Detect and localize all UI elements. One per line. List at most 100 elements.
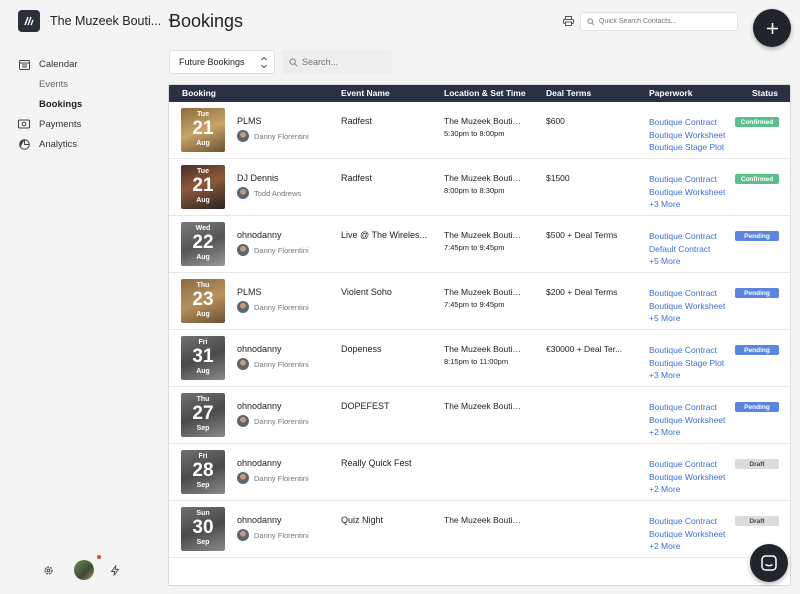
artist-name[interactable]: ohnodanny bbox=[237, 230, 282, 240]
artist-name[interactable]: ohnodanny bbox=[237, 344, 282, 354]
event-name[interactable]: Violent Soho bbox=[341, 287, 427, 297]
lightning-icon[interactable] bbox=[110, 564, 120, 576]
paperwork-link[interactable]: +3 More bbox=[649, 198, 725, 211]
deal-terms: $600 bbox=[546, 116, 565, 126]
location: The Muzeek Boutiq... bbox=[444, 344, 524, 354]
paperwork-link[interactable]: Default Contract bbox=[649, 243, 717, 256]
paperwork-link[interactable]: +2 More bbox=[649, 483, 725, 496]
month: Aug bbox=[196, 140, 210, 147]
paperwork-link[interactable]: Boutique Contract bbox=[649, 230, 717, 243]
printer-icon[interactable] bbox=[563, 16, 574, 28]
table-row[interactable]: Thu 27 Sep ohnodanny Danny Florentini DOPEFES… bbox=[169, 387, 790, 444]
paperwork-link[interactable]: Boutique Contract bbox=[649, 401, 725, 414]
paperwork-link[interactable]: +2 More bbox=[649, 426, 725, 439]
paperwork-link[interactable]: Boutique Worksheet bbox=[649, 528, 725, 541]
column-header-booking[interactable]: Booking bbox=[182, 88, 216, 98]
paperwork-link[interactable]: Boutique Stage Plot bbox=[649, 357, 724, 370]
table-row[interactable]: Sun 30 Sep ohnodanny Danny Florentini Quiz Ni… bbox=[169, 501, 790, 558]
paperwork-link[interactable]: Boutique Worksheet bbox=[649, 129, 725, 142]
agent-name: Danny Florentini bbox=[254, 530, 309, 540]
quick-search bbox=[580, 12, 738, 31]
sidebar-item-analytics[interactable]: Analytics bbox=[18, 134, 158, 154]
paperwork-link[interactable]: +3 More bbox=[649, 369, 724, 382]
agent-name: Danny Florentini bbox=[254, 416, 309, 426]
paperwork-link[interactable]: Boutique Contract bbox=[649, 515, 725, 528]
event-name[interactable]: Dopeness bbox=[341, 344, 427, 354]
paperwork-link[interactable]: Boutique Worksheet bbox=[649, 471, 725, 484]
status-badge: Pending bbox=[735, 231, 779, 241]
sidebar-item-payments[interactable]: Payments bbox=[18, 114, 158, 134]
deal-terms: $200 + Deal Terms bbox=[546, 287, 618, 297]
event-name[interactable]: Radfest bbox=[341, 173, 427, 183]
table-row[interactable]: Tue 21 Aug DJ Dennis Todd Andrews Radfest The … bbox=[169, 159, 790, 216]
agent: Danny Florentini bbox=[237, 301, 309, 313]
paperwork-link[interactable]: Boutique Contract bbox=[649, 116, 725, 129]
paperwork-list: Boutique Contract Boutique Worksheet +2 Mo… bbox=[649, 401, 725, 439]
payments-icon bbox=[18, 118, 30, 130]
day-number: 31 bbox=[192, 346, 214, 367]
event-name[interactable]: DOPEFEST bbox=[341, 401, 427, 411]
venue-switcher[interactable]: The Muzeek Bouti... bbox=[18, 10, 176, 32]
artist-name[interactable]: ohnodanny bbox=[237, 401, 282, 411]
event-name[interactable]: Really Quick Fest bbox=[341, 458, 427, 468]
booking-date: Tue 21 Aug bbox=[181, 108, 225, 152]
gear-icon[interactable] bbox=[43, 565, 54, 576]
bookings-search bbox=[282, 50, 392, 74]
artist-name[interactable]: ohnodanny bbox=[237, 458, 282, 468]
agent-name: Danny Florentini bbox=[254, 359, 309, 369]
booking-filter-select[interactable]: Future Bookings bbox=[169, 50, 275, 74]
paperwork-link[interactable]: Boutique Stage Plot bbox=[649, 141, 725, 154]
sidebar-item-events[interactable]: Events bbox=[18, 74, 158, 94]
paperwork-link[interactable]: Boutique Contract bbox=[649, 287, 725, 300]
column-header-event-name[interactable]: Event Name bbox=[341, 88, 390, 98]
artist-name[interactable]: DJ Dennis bbox=[237, 173, 279, 183]
column-header-status[interactable]: Status bbox=[752, 88, 778, 98]
agent-avatar bbox=[237, 472, 249, 484]
paperwork-link[interactable]: +2 More bbox=[649, 540, 725, 553]
quick-search-input[interactable] bbox=[599, 18, 729, 25]
table-row[interactable]: Thu 23 Aug PLMS Danny Florentini Violent Soho… bbox=[169, 273, 790, 330]
day-number: 30 bbox=[192, 517, 214, 538]
table-row[interactable]: Fri 28 Sep ohnodanny Danny Florentini Really … bbox=[169, 444, 790, 501]
paperwork-link[interactable]: Boutique Contract bbox=[649, 344, 724, 357]
artist-name[interactable]: PLMS bbox=[237, 116, 262, 126]
event-name[interactable]: Quiz Night bbox=[341, 515, 427, 525]
paperwork-link[interactable]: Boutique Worksheet bbox=[649, 414, 725, 427]
artist-name[interactable]: PLMS bbox=[237, 287, 262, 297]
bookings-search-input[interactable] bbox=[302, 57, 392, 67]
table-row[interactable]: Wed 22 Aug ohnodanny Danny Florentini Live @ … bbox=[169, 216, 790, 273]
avatar[interactable] bbox=[74, 555, 101, 580]
agent: Danny Florentini bbox=[237, 358, 309, 370]
agent-avatar bbox=[237, 529, 249, 541]
artist-name[interactable]: ohnodanny bbox=[237, 515, 282, 525]
add-button[interactable] bbox=[753, 9, 791, 47]
table-row[interactable]: Fri 31 Aug ohnodanny Danny Florentini Dopenes… bbox=[169, 330, 790, 387]
agent: Danny Florentini bbox=[237, 472, 309, 484]
page-title: Bookings bbox=[169, 11, 244, 31]
table-row[interactable]: Tue 21 Aug PLMS Danny Florentini Radfest The M… bbox=[169, 102, 790, 159]
paperwork-list: Boutique Contract Boutique Stage Plot +3 M… bbox=[649, 344, 724, 382]
paperwork-link[interactable]: Boutique Worksheet bbox=[649, 186, 725, 199]
sidebar-item-label: Payments bbox=[39, 118, 82, 130]
chat-button[interactable] bbox=[750, 544, 788, 582]
paperwork-list: Boutique Contract Default Contract +5 More bbox=[649, 230, 717, 268]
paperwork-list: Boutique Contract Boutique Worksheet +2 Mo… bbox=[649, 515, 725, 553]
paperwork-link[interactable]: +5 More bbox=[649, 255, 717, 268]
day-number: 27 bbox=[192, 403, 214, 424]
column-header-location[interactable]: Location & Set Time bbox=[444, 88, 526, 98]
paperwork-link[interactable]: Boutique Worksheet bbox=[649, 300, 725, 313]
paperwork-link[interactable]: Boutique Contract bbox=[649, 173, 725, 186]
status-badge: Pending bbox=[735, 288, 779, 298]
sidebar-item-bookings[interactable]: Bookings bbox=[18, 94, 158, 114]
event-name[interactable]: Radfest bbox=[341, 116, 427, 126]
column-header-paperwork[interactable]: Paperwork bbox=[649, 88, 692, 98]
booking-date: Thu 23 Aug bbox=[181, 279, 225, 323]
paperwork-link[interactable]: +5 More bbox=[649, 312, 725, 325]
sidebar-item-calendar[interactable]: Calendar bbox=[18, 54, 158, 74]
table-header: Booking Event Name Location & Set Time D… bbox=[169, 85, 790, 102]
agent-avatar bbox=[237, 244, 249, 256]
month: Sep bbox=[196, 539, 210, 546]
paperwork-link[interactable]: Boutique Contract bbox=[649, 458, 725, 471]
column-header-deal-terms[interactable]: Deal Terms bbox=[546, 88, 591, 98]
event-name[interactable]: Live @ The Wireles... bbox=[341, 230, 427, 240]
